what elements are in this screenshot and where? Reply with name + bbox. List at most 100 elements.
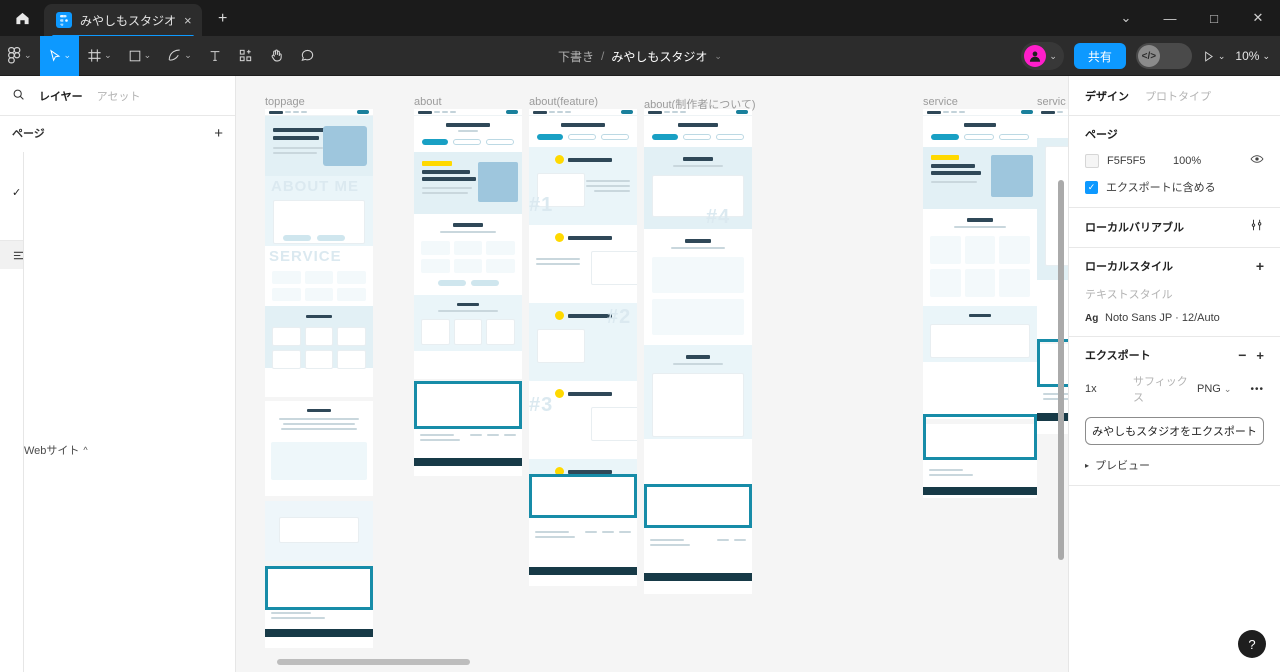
- export-settings-row: 1x サフィックス PNG ⌄ •••: [1085, 373, 1264, 405]
- frame-label-service-2[interactable]: servic: [1037, 96, 1066, 108]
- selection-outline-contact-service[interactable]: [923, 414, 1037, 460]
- local-styles-title: ローカルスタイル: [1085, 261, 1173, 273]
- horizontal-scrollbar[interactable]: [277, 659, 470, 665]
- text-style-item[interactable]: Ag Noto Sans JP · 12/Auto: [1085, 312, 1264, 324]
- chevron-down-icon: ⌄: [1049, 50, 1057, 61]
- export-scale-input[interactable]: 1x: [1085, 383, 1125, 395]
- ag-icon: Ag: [1085, 312, 1099, 324]
- add-export-button[interactable]: +: [1256, 348, 1264, 363]
- zoom-level-menu[interactable]: 10% ⌄: [1235, 49, 1270, 63]
- tab-layers[interactable]: レイヤー: [39, 86, 83, 106]
- present-button[interactable]: ⌄: [1202, 50, 1225, 63]
- share-button[interactable]: 共有: [1073, 43, 1126, 69]
- add-page-button[interactable]: +: [214, 125, 223, 142]
- export-button[interactable]: みやしもスタジオをエクスポート: [1085, 417, 1264, 445]
- design-canvas[interactable]: toppage about about(feature) about(制作者につ…: [236, 76, 1068, 672]
- close-window-icon[interactable]: ✕: [1236, 0, 1280, 36]
- export-preview-toggle[interactable]: ▸ プレビュー: [1085, 457, 1264, 473]
- page-fill-row[interactable]: F5F5F5 100%: [1085, 152, 1264, 169]
- resources-tool-button[interactable]: [230, 36, 261, 76]
- page-properties-section: ページ F5F5F5 100% ✓ エクスポートに含める: [1069, 116, 1280, 208]
- chevron-right-icon: ▸: [1085, 460, 1090, 470]
- eye-icon[interactable]: [1250, 152, 1264, 169]
- selection-outline-contact-author[interactable]: [644, 484, 752, 528]
- move-tool-button[interactable]: ⌄: [39, 35, 80, 76]
- collapse-icon[interactable]: ⌄: [1104, 0, 1148, 36]
- mock-hero: [265, 116, 373, 176]
- include-in-export-row[interactable]: ✓ エクスポートに含める: [1085, 179, 1264, 195]
- artboard-about-feature[interactable]: [529, 109, 637, 499]
- home-icon[interactable]: [0, 0, 44, 36]
- pages-section-header[interactable]: ページ +: [0, 116, 235, 150]
- frame-label-about-feature[interactable]: about(feature): [529, 96, 598, 108]
- mock-works-section: [265, 306, 373, 369]
- mock-heading-about: ABOUT ME: [271, 178, 359, 195]
- checkbox-icon[interactable]: ✓: [1085, 180, 1098, 194]
- file-name-label: Webサイト: [24, 445, 80, 457]
- export-suffix-input[interactable]: サフィックス: [1133, 373, 1189, 405]
- help-button[interactable]: ?: [1238, 630, 1266, 658]
- artboard-toppage-illustration[interactable]: [265, 501, 373, 561]
- maximize-icon[interactable]: □: [1192, 0, 1236, 36]
- pen-tool-button[interactable]: ⌄: [159, 36, 200, 76]
- frame-tool-button[interactable]: ⌄: [79, 36, 120, 76]
- text-styles-title: テキストスタイル: [1085, 289, 1173, 301]
- frame-label-service[interactable]: service: [923, 96, 958, 108]
- shape-tool-button[interactable]: ⌄: [120, 36, 160, 76]
- new-tab-button[interactable]: +: [208, 4, 238, 34]
- right-panel: デザイン プロトタイプ ページ F5F5F5 100% ✓ エクスポートに含める…: [1068, 76, 1280, 672]
- sliders-icon[interactable]: [1250, 218, 1264, 235]
- page-section-title: ページ: [1085, 129, 1118, 141]
- user-avatar-menu[interactable]: ⌄: [1021, 42, 1064, 70]
- remove-export-button[interactable]: −: [1238, 347, 1246, 363]
- figma-menu-button[interactable]: ⌄: [0, 36, 40, 76]
- fill-opacity-value[interactable]: 100%: [1173, 155, 1223, 167]
- comment-tool-button[interactable]: [292, 36, 323, 76]
- chevron-down-icon: ⌄: [24, 50, 32, 60]
- export-more-options-button[interactable]: •••: [1250, 384, 1264, 395]
- artboard-toppage[interactable]: ABOUT ME SERVICE: [265, 109, 373, 397]
- mock-navbar: [1037, 109, 1068, 116]
- artboard-about-author[interactable]: [644, 109, 752, 489]
- search-icon[interactable]: [12, 88, 25, 104]
- pages-title: ページ: [12, 128, 45, 140]
- add-style-button[interactable]: +: [1256, 258, 1264, 274]
- tab-design[interactable]: デザイン: [1085, 88, 1129, 104]
- hand-tool-button[interactable]: [261, 36, 292, 76]
- dev-mode-toggle[interactable]: </>: [1135, 43, 1192, 69]
- file-name-menu[interactable]: Webサイト ^: [23, 152, 235, 672]
- tab-prototype[interactable]: プロトタイプ: [1145, 88, 1211, 104]
- minimize-icon[interactable]: —: [1148, 0, 1192, 36]
- export-format-select[interactable]: PNG ⌄: [1197, 383, 1231, 395]
- chevron-down-icon: ⌄: [63, 50, 72, 60]
- include-in-export-label: エクスポートに含める: [1106, 182, 1216, 194]
- chevron-up-icon: ^: [83, 445, 88, 455]
- selection-outline-contact-about[interactable]: [414, 381, 522, 429]
- selection-outline-contact-toppage[interactable]: [265, 566, 373, 610]
- local-variables-section[interactable]: ローカルバリアブル: [1069, 208, 1280, 248]
- avatar: [1024, 45, 1047, 67]
- frame-label-about[interactable]: about: [414, 96, 442, 108]
- artboard-about[interactable]: [414, 109, 522, 379]
- breadcrumb-parent[interactable]: 下書き: [558, 48, 594, 65]
- fill-hex-value[interactable]: F5F5F5: [1107, 155, 1173, 167]
- close-icon[interactable]: ×: [184, 14, 192, 27]
- chevron-down-icon: ⌄: [184, 50, 192, 60]
- text-tool-button[interactable]: [200, 36, 230, 76]
- color-swatch[interactable]: [1085, 153, 1099, 168]
- selection-outline-contact-feature[interactable]: [529, 474, 637, 518]
- chevron-down-icon[interactable]: ⌄: [714, 51, 722, 62]
- artboard-service[interactable]: [923, 109, 1037, 419]
- left-panel: レイヤー アセット Webサイト ^ ページ + design ✓ Webサイト…: [0, 76, 236, 672]
- artboard-toppage-lower[interactable]: [265, 401, 373, 496]
- tab-assets[interactable]: アセット: [97, 86, 141, 106]
- mock-service-section: SERVICE: [265, 246, 373, 306]
- figma-favicon-icon: [56, 12, 72, 28]
- vertical-scrollbar[interactable]: [1058, 180, 1064, 560]
- export-title: エクスポート: [1085, 350, 1151, 362]
- breadcrumb-current[interactable]: みやしもスタジオ: [611, 48, 707, 65]
- browser-tab[interactable]: みやしもスタジオ ×: [44, 4, 202, 38]
- local-variables-title: ローカルバリアブル: [1085, 221, 1184, 234]
- mock-navbar: [414, 109, 522, 116]
- frame-label-toppage[interactable]: toppage: [265, 96, 305, 108]
